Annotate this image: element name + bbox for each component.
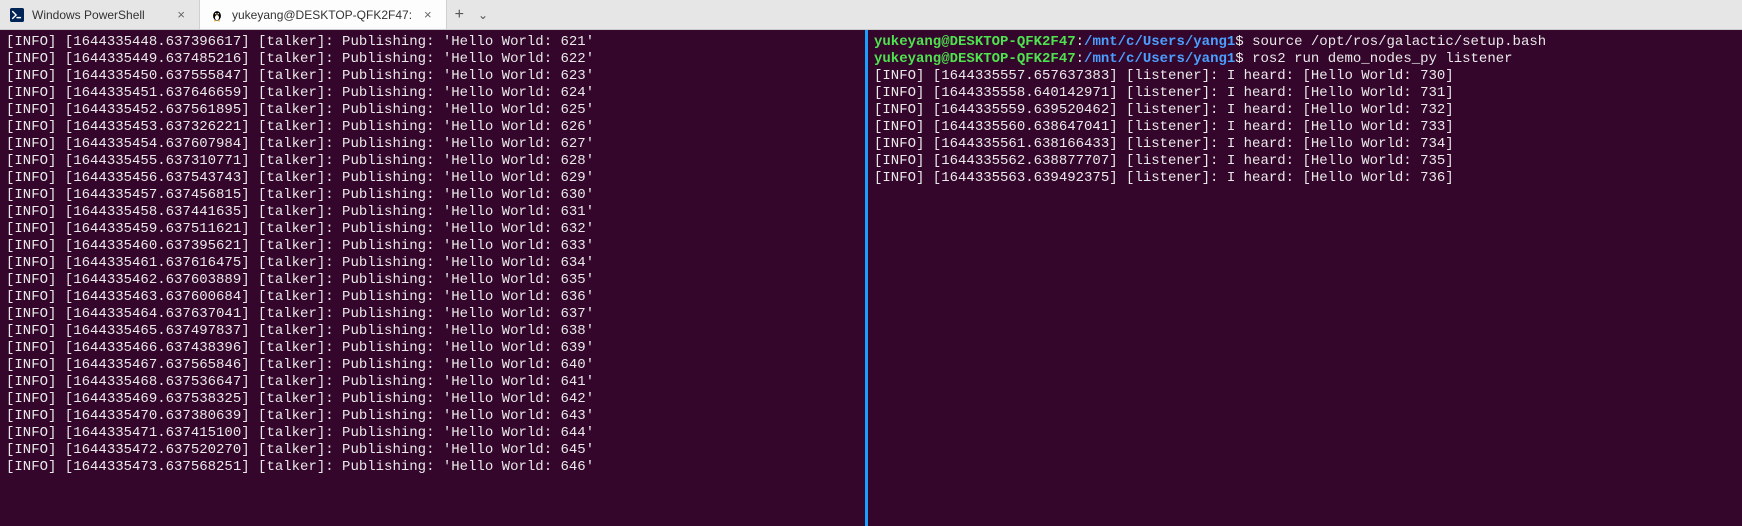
log-line: [INFO] [1644335457.637456815] [talker]: …	[6, 187, 859, 204]
new-tab-button[interactable]: +	[455, 7, 464, 23]
tabbar-controls: + ⌄	[447, 0, 496, 29]
terminal-pane-right[interactable]: yukeyang@DESKTOP-QFK2F47:/mnt/c/Users/ya…	[868, 30, 1742, 526]
prompt-symbol: $	[1235, 51, 1252, 67]
log-line: [INFO] [1644335463.637600684] [talker]: …	[6, 289, 859, 306]
powershell-icon	[10, 8, 24, 22]
log-line: [INFO] [1644335462.637603889] [talker]: …	[6, 272, 859, 289]
log-line: [INFO] [1644335461.637616475] [talker]: …	[6, 255, 859, 272]
prompt-colon: :	[1076, 51, 1084, 67]
log-line: [INFO] [1644335562.638877707] [listener]…	[874, 153, 1736, 170]
log-line: [INFO] [1644335451.637646659] [talker]: …	[6, 85, 859, 102]
log-line: [INFO] [1644335468.637536647] [talker]: …	[6, 374, 859, 391]
prompt-symbol: $	[1235, 34, 1252, 50]
tab-bar: Windows PowerShell × yukeyang@DESKTOP-QF…	[0, 0, 1742, 30]
tab-dropdown-button[interactable]: ⌄	[478, 9, 488, 21]
prompt-user: yukeyang@DESKTOP-QFK2F47	[874, 34, 1076, 50]
log-line: [INFO] [1644335557.657637383] [listener]…	[874, 68, 1736, 85]
log-line: [INFO] [1644335459.637511621] [talker]: …	[6, 221, 859, 238]
close-icon[interactable]: ×	[173, 7, 189, 22]
log-line: [INFO] [1644335450.637555847] [talker]: …	[6, 68, 859, 85]
terminal-pane-left[interactable]: [INFO] [1644335448.637396617] [talker]: …	[0, 30, 865, 526]
log-line: [INFO] [1644335467.637565846] [talker]: …	[6, 357, 859, 374]
log-line: [INFO] [1644335465.637497837] [talker]: …	[6, 323, 859, 340]
tab-label: Windows PowerShell	[32, 8, 145, 22]
log-line: [INFO] [1644335466.637438396] [talker]: …	[6, 340, 859, 357]
log-line: [INFO] [1644335559.639520462] [listener]…	[874, 102, 1736, 119]
log-line: [INFO] [1644335472.637520270] [talker]: …	[6, 442, 859, 459]
log-line: [INFO] [1644335464.637637041] [talker]: …	[6, 306, 859, 323]
prompt-path: /mnt/c/Users/yang1	[1084, 34, 1235, 50]
log-line: [INFO] [1644335470.637380639] [talker]: …	[6, 408, 859, 425]
split-panes: [INFO] [1644335448.637396617] [talker]: …	[0, 30, 1742, 526]
prompt-line: yukeyang@DESKTOP-QFK2F47:/mnt/c/Users/ya…	[874, 51, 1736, 68]
log-line: [INFO] [1644335449.637485216] [talker]: …	[6, 51, 859, 68]
prompt-line: yukeyang@DESKTOP-QFK2F47:/mnt/c/Users/ya…	[874, 34, 1736, 51]
command-text: source /opt/ros/galactic/setup.bash	[1252, 34, 1546, 50]
log-line: [INFO] [1644335473.637568251] [talker]: …	[6, 459, 859, 476]
log-line: [INFO] [1644335448.637396617] [talker]: …	[6, 34, 859, 51]
tab-powershell[interactable]: Windows PowerShell ×	[0, 0, 200, 29]
tab-wsl[interactable]: yukeyang@DESKTOP-QFK2F47: ×	[200, 0, 447, 29]
log-line: [INFO] [1644335563.639492375] [listener]…	[874, 170, 1736, 187]
close-icon[interactable]: ×	[420, 7, 436, 22]
command-text: ros2 run demo_nodes_py listener	[1252, 51, 1512, 67]
prompt-path: /mnt/c/Users/yang1	[1084, 51, 1235, 67]
log-line: [INFO] [1644335452.637561895] [talker]: …	[6, 102, 859, 119]
log-line: [INFO] [1644335456.637543743] [talker]: …	[6, 170, 859, 187]
log-line: [INFO] [1644335469.637538325] [talker]: …	[6, 391, 859, 408]
log-line: [INFO] [1644335558.640142971] [listener]…	[874, 85, 1736, 102]
log-line: [INFO] [1644335458.637441635] [talker]: …	[6, 204, 859, 221]
log-line: [INFO] [1644335460.637395621] [talker]: …	[6, 238, 859, 255]
tux-icon	[210, 8, 224, 22]
tab-label: yukeyang@DESKTOP-QFK2F47:	[232, 8, 412, 22]
log-line: [INFO] [1644335560.638647041] [listener]…	[874, 119, 1736, 136]
log-line: [INFO] [1644335561.638166433] [listener]…	[874, 136, 1736, 153]
prompt-colon: :	[1076, 34, 1084, 50]
log-line: [INFO] [1644335453.637326221] [talker]: …	[6, 119, 859, 136]
log-line: [INFO] [1644335471.637415100] [talker]: …	[6, 425, 859, 442]
log-line: [INFO] [1644335455.637310771] [talker]: …	[6, 153, 859, 170]
prompt-user: yukeyang@DESKTOP-QFK2F47	[874, 51, 1076, 67]
log-line: [INFO] [1644335454.637607984] [talker]: …	[6, 136, 859, 153]
